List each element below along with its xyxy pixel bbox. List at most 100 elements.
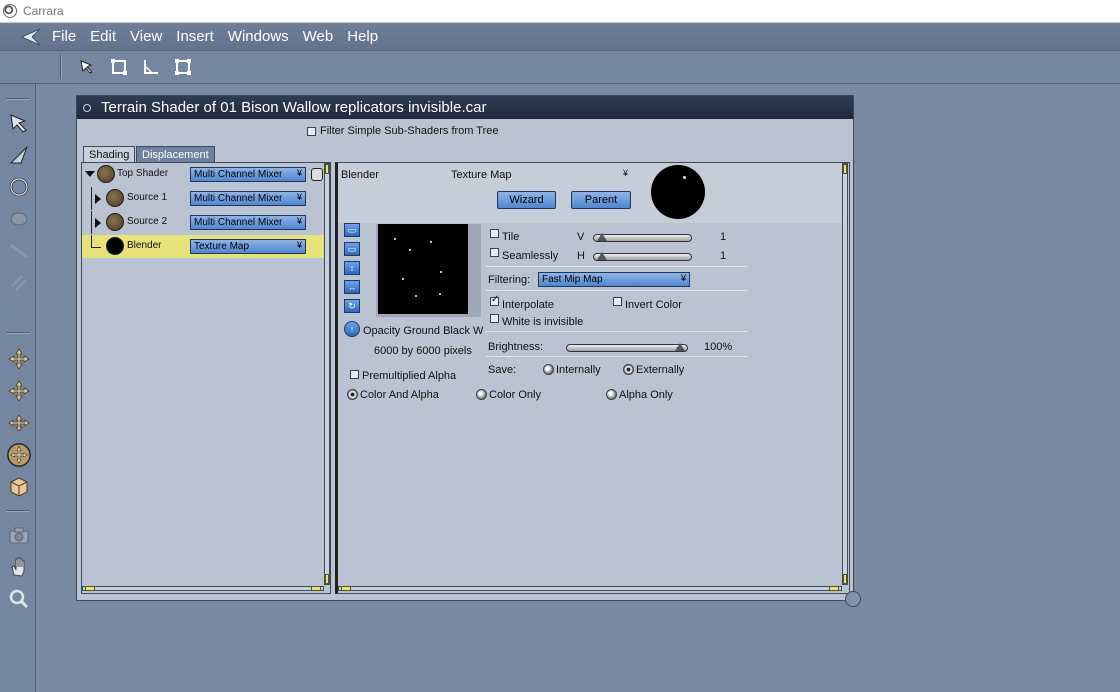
terrain-shader-window: Terrain Shader of 01 Bison Wallow replic… xyxy=(76,95,854,601)
parent-button[interactable]: Parent xyxy=(571,191,631,209)
tab-displacement[interactable]: Displacement xyxy=(136,146,215,162)
flip-horizontal-icon[interactable]: ↔ xyxy=(344,280,360,294)
alpha-only-radio[interactable] xyxy=(606,389,617,400)
texture-dot xyxy=(415,295,417,297)
scroll-thumb[interactable] xyxy=(325,164,329,174)
menu-help[interactable]: Help xyxy=(347,28,378,45)
h-tile-slider[interactable] xyxy=(593,252,692,261)
bounding-box-icon[interactable] xyxy=(172,56,194,78)
divider xyxy=(486,331,748,332)
rotate-image-icon[interactable]: ↻ xyxy=(344,299,360,313)
info-icon[interactable]: ↑ xyxy=(344,321,360,337)
scroll-thumb[interactable] xyxy=(85,586,95,591)
arrow-tool-icon[interactable] xyxy=(76,56,98,78)
save-externally-radio[interactable] xyxy=(623,364,634,375)
camera-icon[interactable] xyxy=(6,522,32,548)
window-close-icon[interactable] xyxy=(83,103,91,112)
filtering-select[interactable]: Fast Mip Map ¥ xyxy=(538,272,690,287)
filter-sub-shaders-checkbox[interactable] xyxy=(307,126,316,136)
shader-preview-sphere[interactable] xyxy=(651,165,705,219)
scroll-thumb[interactable] xyxy=(341,586,351,591)
window-resize-handle[interactable] xyxy=(845,591,861,607)
invert-color-checkbox[interactable] xyxy=(613,297,622,306)
texture-image xyxy=(378,224,468,314)
dolly-icon[interactable] xyxy=(6,442,32,468)
hand-icon[interactable] xyxy=(6,554,32,580)
scroll-thumb[interactable] xyxy=(325,574,329,584)
tree-row-source-2[interactable]: Source 2 Multi Channel Mixer ¥ xyxy=(82,211,324,234)
color-only-radio[interactable] xyxy=(476,389,487,400)
shader-thumbnail xyxy=(106,213,124,231)
rotate-icon[interactable] xyxy=(6,174,32,200)
interpolate-label: Interpolate xyxy=(502,299,554,311)
scroll-thumb[interactable] xyxy=(311,586,321,591)
sphere-icon[interactable] xyxy=(6,206,32,232)
open-file-icon[interactable]: ▭ xyxy=(344,223,360,237)
carrara-app-icon xyxy=(3,4,17,18)
save-file-icon[interactable]: ▭ xyxy=(344,242,360,256)
select-arrow-icon[interactable] xyxy=(6,110,32,136)
select-value: Fast Mip Map xyxy=(542,274,603,285)
brightness-label: Brightness: xyxy=(488,341,544,353)
expand-arrow-icon[interactable] xyxy=(95,194,101,204)
menu-insert[interactable]: Insert xyxy=(176,28,214,45)
move-pointer-icon[interactable] xyxy=(6,142,32,168)
trash-icon[interactable] xyxy=(311,168,323,181)
menu-windows[interactable]: Windows xyxy=(228,28,289,45)
tree-vertical-scrollbar[interactable] xyxy=(324,163,330,585)
scroll-thumb[interactable] xyxy=(843,164,847,174)
texture-preview xyxy=(376,224,481,317)
tile-checkbox[interactable] xyxy=(490,229,499,238)
filter-sub-shaders-option[interactable]: Filter Simple Sub-Shaders from Tree xyxy=(307,125,499,137)
select-value: Multi Channel Mixer xyxy=(194,169,283,180)
move-3d-icon[interactable] xyxy=(6,410,32,436)
wizard-button[interactable]: Wizard xyxy=(497,191,556,209)
editor-vertical-scrollbar[interactable] xyxy=(842,163,848,585)
shader-type-select[interactable]: Texture Map ¥ xyxy=(190,239,306,254)
v-tile-slider[interactable] xyxy=(593,233,692,242)
tree-node-label: Source 1 xyxy=(127,192,168,203)
shader-type-select[interactable]: Multi Channel Mixer ¥ xyxy=(190,215,306,230)
menu-edit[interactable]: Edit xyxy=(90,28,116,45)
tree-row-blender[interactable]: Blender Texture Map ¥ xyxy=(82,235,324,258)
wand-icon[interactable] xyxy=(6,238,32,264)
angle-tool-icon[interactable] xyxy=(140,56,162,78)
flip-vertical-icon[interactable]: ↕ xyxy=(344,261,360,275)
menu-web[interactable]: Web xyxy=(303,28,334,45)
slider-knob[interactable] xyxy=(675,343,685,351)
rectangle-select-icon[interactable] xyxy=(108,56,130,78)
link-icon[interactable] xyxy=(6,270,32,296)
filter-sub-shaders-label: Filter Simple Sub-Shaders from Tree xyxy=(320,125,499,137)
brightness-slider[interactable] xyxy=(566,343,688,352)
tab-shading[interactable]: Shading xyxy=(83,146,136,162)
save-internally-radio[interactable] xyxy=(543,364,554,375)
scroll-thumb[interactable] xyxy=(829,586,839,591)
interpolate-checkbox[interactable] xyxy=(490,294,499,306)
white-invisible-checkbox[interactable] xyxy=(490,314,499,323)
move-axes-icon[interactable] xyxy=(6,378,32,404)
collapse-arrow-icon[interactable] xyxy=(85,171,95,177)
move-plane-icon[interactable] xyxy=(6,346,32,372)
shader-type-select[interactable]: Multi Channel Mixer ¥ xyxy=(190,191,306,206)
color-and-alpha-radio[interactable] xyxy=(347,389,358,400)
invert-color-label: Invert Color xyxy=(625,299,682,311)
menu-file[interactable]: File xyxy=(52,28,76,45)
texture-cube-icon[interactable] xyxy=(6,474,32,500)
slider-knob[interactable] xyxy=(597,252,607,260)
tree-row-top-shader[interactable]: Top Shader Multi Channel Mixer ¥ xyxy=(82,163,324,186)
premultiplied-alpha-checkbox[interactable] xyxy=(350,370,359,379)
slider-knob[interactable] xyxy=(597,233,607,241)
select-value: Multi Channel Mixer xyxy=(194,193,283,204)
menu-view[interactable]: View xyxy=(130,28,162,45)
shader-type-select[interactable]: Multi Channel Mixer ¥ xyxy=(190,167,306,182)
expand-arrow-icon[interactable] xyxy=(95,218,101,228)
editor-horizontal-scrollbar[interactable] xyxy=(338,586,842,591)
zoom-icon[interactable] xyxy=(6,586,32,612)
tree-row-source-1[interactable]: Source 1 Multi Channel Mixer ¥ xyxy=(82,187,324,210)
chevron-down-icon[interactable]: ¥ xyxy=(623,168,628,178)
seamlessly-checkbox[interactable] xyxy=(490,248,499,257)
carrara-logo-icon[interactable] xyxy=(16,23,46,51)
window-titlebar[interactable]: Terrain Shader of 01 Bison Wallow replic… xyxy=(77,96,853,119)
tree-horizontal-scrollbar[interactable] xyxy=(82,586,324,591)
scroll-thumb[interactable] xyxy=(843,574,847,584)
